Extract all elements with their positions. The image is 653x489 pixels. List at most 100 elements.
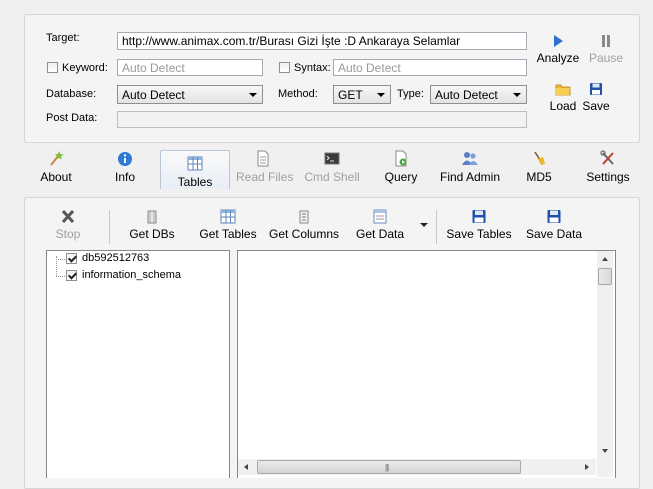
database-select[interactable]: Auto Detect (117, 85, 263, 104)
pause-icon (602, 35, 610, 47)
wand-icon (50, 151, 64, 166)
get-data-label: Get Data (355, 227, 405, 241)
syntax-input[interactable]: Auto Detect (333, 59, 527, 76)
load-button[interactable]: Load (546, 82, 580, 113)
vertical-scrollbar-thumb[interactable] (598, 268, 612, 285)
tab-tables-label: Tables (177, 175, 213, 189)
tab-md5-label: MD5 (526, 170, 552, 184)
tab-settings[interactable]: Settings (585, 150, 631, 190)
method-label: Method: (278, 88, 318, 100)
close-icon (61, 209, 75, 224)
query-icon (395, 150, 407, 167)
terminal-icon (324, 152, 340, 165)
users-icon (462, 152, 478, 165)
tree-line (56, 259, 65, 260)
method-select-value: GET (338, 88, 363, 102)
keyword-input[interactable]: Auto Detect (117, 59, 263, 76)
get-dbs-label: Get DBs (129, 227, 175, 241)
chevron-down-icon (377, 93, 385, 97)
tree-line (56, 276, 65, 277)
tab-about-label: About (40, 170, 72, 184)
get-columns-button[interactable]: Get Columns (267, 208, 341, 244)
save-data-label: Save Data (526, 227, 583, 241)
data-icon (373, 209, 387, 224)
play-icon (554, 35, 563, 47)
keyword-label: Keyword: (62, 62, 108, 74)
document-icon (257, 150, 269, 167)
analyze-label: Analyze (536, 51, 580, 65)
keyword-checkbox[interactable] (47, 62, 58, 73)
columns-icon (299, 210, 309, 224)
load-label: Load (549, 99, 577, 113)
tree-item-label: information_schema (82, 269, 182, 281)
save-tables-button[interactable]: Save Tables (446, 208, 512, 244)
database-icon (147, 210, 157, 224)
tree-item-label: db592512763 (82, 252, 150, 264)
target-label: Target: (46, 32, 80, 44)
stop-button[interactable]: Stop (50, 208, 86, 244)
tab-tables[interactable]: Tables (160, 150, 230, 189)
database-select-value: Auto Detect (122, 88, 185, 102)
grip-icon: ||| (385, 463, 389, 472)
database-tree[interactable] (46, 250, 230, 478)
floppy-icon (547, 210, 561, 223)
floppy-icon (590, 83, 602, 95)
scroll-down-icon[interactable] (602, 449, 608, 453)
type-select-value: Auto Detect (435, 88, 498, 102)
horizontal-scrollbar-thumb[interactable]: ||| (257, 460, 521, 474)
tab-query[interactable]: Query (384, 150, 418, 190)
database-label: Database: (46, 88, 97, 100)
get-tables-label: Get Tables (199, 227, 257, 241)
target-input[interactable]: http://www.animax.com.tr/Burası Gizi İşt… (117, 32, 527, 50)
scroll-up-icon[interactable] (602, 257, 608, 261)
get-columns-label: Get Columns (268, 227, 340, 241)
get-dbs-button[interactable]: Get DBs (128, 208, 176, 244)
syntax-label: Syntax: (294, 62, 331, 74)
postdata-label: Post Data: (46, 112, 98, 124)
tab-cmd-shell[interactable]: Cmd Shell (304, 150, 360, 190)
toolbar-divider (436, 210, 437, 244)
save-button[interactable]: Save (582, 82, 610, 113)
tab-info-label: Info (114, 170, 135, 184)
table-icon (220, 209, 236, 224)
get-data-dropdown-button[interactable] (418, 220, 430, 230)
tree-item-checkbox[interactable] (66, 270, 77, 281)
data-grid[interactable] (237, 250, 616, 478)
tab-read-files-label: Read Files (236, 170, 294, 184)
chevron-down-icon (420, 223, 428, 227)
analyze-button[interactable]: Analyze (536, 34, 580, 65)
tab-md5[interactable]: MD5 (525, 150, 553, 190)
type-label: Type: (397, 88, 424, 100)
tab-about[interactable]: About (34, 150, 78, 190)
horizontal-scrollbar[interactable]: ||| (238, 459, 596, 475)
save-data-button[interactable]: Save Data (526, 208, 582, 244)
stop-label: Stop (55, 227, 81, 241)
postdata-input[interactable] (117, 111, 527, 128)
pause-button[interactable]: Pause (588, 34, 624, 65)
syntax-checkbox[interactable] (279, 62, 290, 73)
vertical-scrollbar[interactable] (597, 251, 613, 459)
get-tables-button[interactable]: Get Tables (198, 208, 258, 244)
broom-icon (534, 151, 545, 165)
tab-cmd-shell-label: Cmd Shell (304, 170, 360, 184)
pause-label: Pause (588, 51, 624, 65)
tab-read-files[interactable]: Read Files (236, 150, 294, 190)
get-data-button[interactable]: Get Data (354, 208, 406, 244)
type-select[interactable]: Auto Detect (430, 85, 527, 104)
tab-info[interactable]: Info (108, 150, 142, 190)
tab-find-admin[interactable]: Find Admin (437, 150, 503, 190)
table-icon (187, 156, 203, 171)
info-icon (118, 152, 132, 166)
scroll-left-icon[interactable] (244, 464, 248, 470)
tab-find-admin-label: Find Admin (439, 170, 501, 184)
chevron-down-icon (249, 93, 257, 97)
tree-item-checkbox[interactable] (66, 253, 77, 264)
tools-icon (600, 150, 614, 165)
scroll-right-icon[interactable] (585, 464, 589, 470)
method-select[interactable]: GET (333, 85, 391, 104)
folder-icon (555, 84, 571, 96)
toolbar-divider (109, 210, 110, 244)
save-label: Save (582, 99, 610, 113)
chevron-down-icon (513, 93, 521, 97)
save-tables-label: Save Tables (446, 227, 512, 241)
